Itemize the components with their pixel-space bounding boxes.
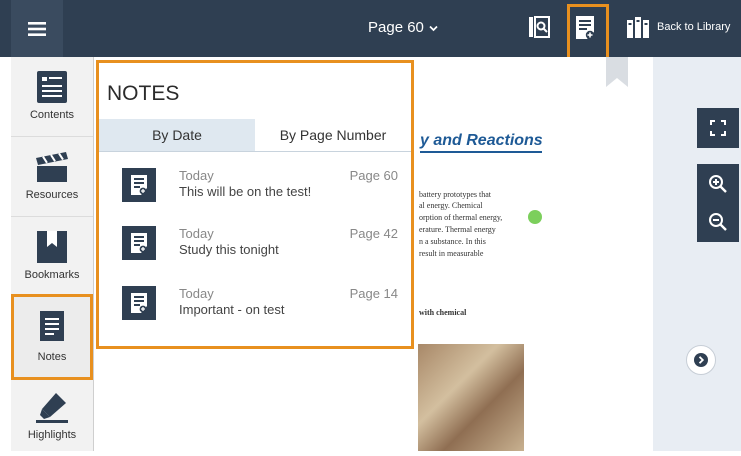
tab-by-page-number[interactable]: By Page Number xyxy=(255,119,411,152)
top-bar: Page 60 Back to Library xyxy=(0,0,741,57)
bookmark-ribbon-icon[interactable] xyxy=(606,57,628,87)
sidebar-item-label: Bookmarks xyxy=(24,269,80,281)
sidebar: Contents Resources Bookmarks Highlights xyxy=(11,57,94,451)
chevron-down-icon xyxy=(429,25,438,32)
search-button[interactable] xyxy=(528,15,550,44)
page-selector[interactable]: Page 60 xyxy=(368,19,438,36)
contents-icon xyxy=(37,71,67,103)
note-add-icon xyxy=(131,175,147,195)
note-text: This will be on the test! xyxy=(179,184,312,199)
body-text-line: erature. Thermal energy xyxy=(419,225,496,234)
next-page-button[interactable] xyxy=(686,345,716,375)
notes-tabs: By Date By Page Number xyxy=(99,119,411,152)
note-item[interactable]: Today Page 60 This will be on the test! xyxy=(99,168,411,226)
bookmarks-icon xyxy=(37,231,67,263)
note-text: Important - on test xyxy=(179,302,285,317)
menu-button[interactable] xyxy=(11,0,63,57)
tab-by-date[interactable]: By Date xyxy=(99,119,255,152)
back-to-library-link[interactable]: Back to Library xyxy=(657,21,730,33)
library-icon xyxy=(627,17,649,38)
note-item[interactable]: Today Page 14 Important - on test xyxy=(99,286,411,344)
sidebar-item-notes[interactable]: Notes xyxy=(11,294,93,380)
note-date: Today xyxy=(179,286,214,301)
note-add-icon xyxy=(131,293,147,313)
note-icon xyxy=(122,168,156,202)
zoom-in-button[interactable] xyxy=(697,164,739,204)
body-text-line: n a substance. In this xyxy=(419,237,486,246)
note-icon xyxy=(122,226,156,260)
sidebar-item-resources[interactable]: Resources xyxy=(11,137,93,217)
page-indicator: Page 60 xyxy=(368,19,424,36)
annotation-marker[interactable] xyxy=(528,210,542,224)
notes-item-content: Notes xyxy=(14,311,90,363)
search-icon xyxy=(529,16,550,38)
note-page: Page 14 xyxy=(349,286,398,301)
note-add-icon xyxy=(131,233,147,253)
notes-title: NOTES xyxy=(107,82,180,105)
figure-caption: with chemical xyxy=(419,308,467,317)
sidebar-item-label: Highlights xyxy=(27,429,77,441)
zoom-out-button[interactable] xyxy=(697,202,739,242)
sidebar-item-highlights[interactable]: Highlights xyxy=(11,377,93,456)
notes-icon xyxy=(40,311,64,341)
sidebar-item-label: Resources xyxy=(25,189,79,201)
fullscreen-button[interactable] xyxy=(697,108,739,148)
note-icon xyxy=(122,286,156,320)
chevron-right-icon xyxy=(694,353,708,367)
note-page: Page 60 xyxy=(349,168,398,183)
note-date: Today xyxy=(179,168,214,183)
body-text-line: result in measurable xyxy=(419,249,484,258)
fullscreen-icon xyxy=(710,120,726,136)
book-photo xyxy=(418,344,524,451)
note-item[interactable]: Today Page 42 Study this tonight xyxy=(99,226,411,284)
zoom-in-icon xyxy=(709,175,727,193)
notes-panel: NOTES By Date By Page Number Today Page … xyxy=(96,60,414,349)
note-text: Study this tonight xyxy=(179,242,279,257)
note-date: Today xyxy=(179,226,214,241)
hamburger-menu-icon xyxy=(28,21,46,36)
body-text-line: battery prototypes that xyxy=(419,190,491,199)
library-button[interactable] xyxy=(626,15,650,44)
note-page: Page 42 xyxy=(349,226,398,241)
sidebar-item-contents[interactable]: Contents xyxy=(11,57,93,137)
heading-underline xyxy=(420,151,542,153)
sidebar-item-label: Contents xyxy=(29,109,75,121)
chapter-heading: y and Reactions xyxy=(420,132,543,149)
sidebar-item-label: Notes xyxy=(37,351,67,363)
body-text-line: orption of thermal energy, xyxy=(419,213,503,222)
highlighter-icon xyxy=(36,393,68,423)
clapperboard-icon xyxy=(36,152,68,182)
body-text-line: al energy. Chemical xyxy=(419,201,483,210)
zoom-out-icon xyxy=(709,213,727,231)
sidebar-item-bookmarks[interactable]: Bookmarks xyxy=(11,217,93,297)
